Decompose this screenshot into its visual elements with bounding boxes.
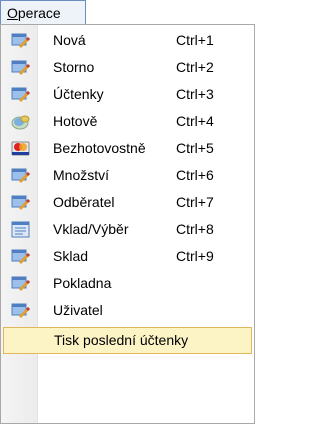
- menu-item-nova[interactable]: Nová Ctrl+1: [3, 27, 252, 54]
- menu-item-label: Vklad/Výběr: [53, 221, 129, 237]
- menu-item-odberatel[interactable]: Odběratel Ctrl+7: [3, 189, 252, 216]
- document-pen-icon: [11, 87, 31, 103]
- menu-item-label: Pokladna: [53, 275, 112, 291]
- document-pen-icon: [11, 60, 31, 76]
- menu-item-label: Tisk poslední účtenky: [54, 332, 189, 348]
- operace-dropdown: Nová Ctrl+1 Storno Ctrl+2 Účtenky Ctrl+3…: [0, 24, 255, 424]
- menu-item-pokladna[interactable]: Pokladna: [3, 270, 252, 297]
- menu-item-label: Množství: [53, 167, 110, 183]
- menu-item-shortcut: Ctrl+8: [176, 221, 214, 237]
- menu-item-vklad-vyber[interactable]: Vklad/Výběr Ctrl+8: [3, 216, 252, 243]
- menu-item-shortcut: Ctrl+7: [176, 194, 214, 210]
- menu-item-label: Bezhotovostně: [53, 140, 146, 156]
- document-pen-icon: [11, 33, 31, 49]
- coins-icon: [11, 115, 30, 130]
- document-pen-icon: [11, 303, 31, 319]
- menu-item-label: Odběratel: [53, 194, 115, 210]
- document-pen-icon: [11, 276, 31, 292]
- document-pen-icon: [11, 168, 31, 184]
- menu-item-shortcut: Ctrl+3: [176, 86, 214, 102]
- menu-operace[interactable]: Operace: [0, 0, 86, 24]
- menu-item-shortcut: Ctrl+6: [176, 167, 214, 183]
- menu-item-shortcut: Ctrl+5: [176, 140, 214, 156]
- menu-item-mnozstvi[interactable]: Množství Ctrl+6: [3, 162, 252, 189]
- menu-item-storno[interactable]: Storno Ctrl+2: [3, 54, 252, 81]
- menu-item-tisk-posledni-uctenky[interactable]: Tisk poslední účtenky: [3, 327, 252, 354]
- menu-item-label: Sklad: [53, 248, 89, 264]
- document-pen-icon: [11, 249, 31, 265]
- menu-item-label: Storno: [53, 59, 95, 75]
- menu-item-uctenky[interactable]: Účtenky Ctrl+3: [3, 81, 252, 108]
- menu-item-shortcut: Ctrl+2: [176, 59, 214, 75]
- list-icon: [11, 221, 30, 238]
- menu-item-label: Účtenky: [53, 86, 104, 102]
- credit-card-icon: [11, 141, 30, 156]
- menu-bar: Operace: [0, 0, 255, 24]
- menu-item-label: Nová: [53, 32, 86, 48]
- menu-item-shortcut: Ctrl+4: [176, 113, 214, 129]
- menu-item-shortcut: Ctrl+1: [176, 32, 214, 48]
- menu-item-shortcut: Ctrl+9: [176, 248, 214, 264]
- document-pen-icon: [11, 195, 31, 211]
- menu-item-sklad[interactable]: Sklad Ctrl+9: [3, 243, 252, 270]
- access-key-letter: O: [7, 4, 18, 21]
- menu-item-bezhotovostne[interactable]: Bezhotovostně Ctrl+5: [3, 135, 252, 162]
- menu-title-label: Operace: [7, 4, 61, 21]
- menu-item-hotove[interactable]: Hotově Ctrl+4: [3, 108, 252, 135]
- menu-item-uzivatel[interactable]: Uživatel: [3, 297, 252, 324]
- menu-item-label: Uživatel: [53, 302, 103, 318]
- menu-item-label: Hotově: [53, 113, 98, 129]
